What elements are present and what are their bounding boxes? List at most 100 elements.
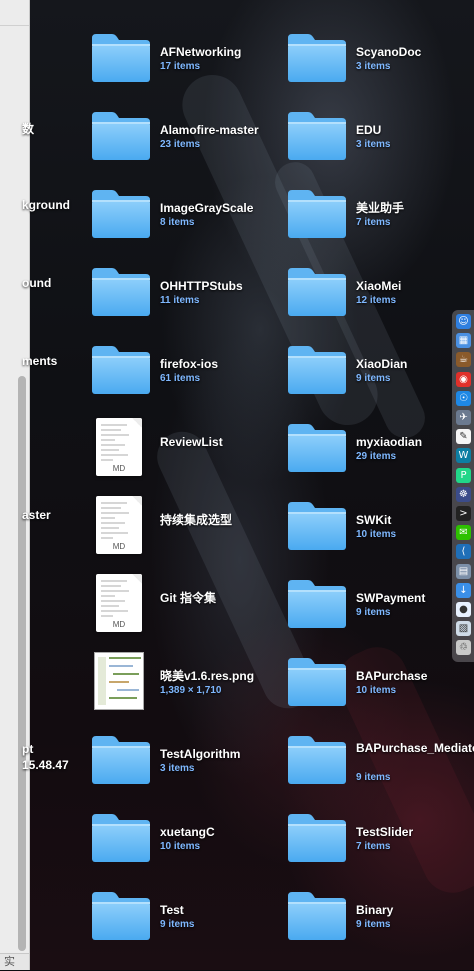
- item-meta: 7 items: [356, 217, 391, 228]
- folder-icon: [286, 578, 348, 630]
- file-type-tag: MD: [112, 620, 126, 629]
- item-meta: 8 items: [160, 217, 195, 228]
- folder-icon: [286, 344, 348, 396]
- folder-icon: [286, 422, 348, 474]
- finder-window-edge: 实: [0, 0, 30, 970]
- coffee-icon[interactable]: ☕: [456, 352, 471, 368]
- item-name: Alamofire-master: [160, 123, 259, 137]
- folder-icon: [286, 890, 348, 942]
- cut-label: 15.48.47: [22, 758, 69, 772]
- item-name: TestAlgorithm: [160, 747, 241, 761]
- finder-status-bar: 实: [0, 953, 29, 970]
- terminal-icon[interactable]: >: [456, 506, 471, 521]
- item-meta: 9 items: [356, 607, 391, 618]
- folder-icon: [90, 812, 152, 864]
- notes-icon[interactable]: ✎: [456, 429, 471, 445]
- desktop-item[interactable]: XiaoMei 12 items: [286, 266, 474, 330]
- folder-icon: [286, 32, 348, 84]
- desktop-item[interactable]: Test 9 items: [90, 890, 280, 954]
- launchpad-icon[interactable]: ✈: [456, 410, 471, 425]
- item-meta: 11 items: [160, 295, 200, 306]
- folder-icon: [90, 890, 152, 942]
- folder-icon: [90, 266, 152, 318]
- item-name: XiaoDian: [356, 357, 408, 371]
- markdown-file-icon: MD: [90, 418, 152, 476]
- item-name: ImageGrayScale: [160, 201, 254, 215]
- desktop-item[interactable]: 晓美v1.6.res.png 1,389 × 1,710: [90, 652, 280, 720]
- item-name: 晓美v1.6.res.png: [160, 669, 255, 683]
- vscode-icon[interactable]: ⟨: [456, 544, 471, 560]
- desktop-item[interactable]: TestSlider 7 items: [286, 812, 474, 876]
- desktop-item[interactable]: Alamofire-master 23 items: [90, 110, 280, 174]
- folder-icon: [90, 734, 152, 786]
- cut-label: ments: [22, 354, 58, 368]
- desktop-item[interactable]: AFNetworking 17 items: [90, 32, 280, 96]
- desktop-item[interactable]: TestAlgorithm 3 items: [90, 734, 280, 798]
- item-meta: 3 items: [160, 763, 195, 774]
- wechat-icon[interactable]: ✉: [456, 525, 471, 541]
- item-meta: 3 items: [356, 61, 391, 72]
- weibo-icon[interactable]: ◉: [456, 371, 471, 387]
- desktop-item[interactable]: EDU 3 items: [286, 110, 474, 174]
- item-meta: 29 items: [356, 451, 397, 462]
- document-page: MD: [96, 574, 142, 632]
- image-thumbnail-icon: [90, 652, 152, 710]
- webstorm-icon[interactable]: W: [456, 448, 471, 464]
- desktop-item[interactable]: Binary 9 items: [286, 890, 474, 954]
- desktop-item[interactable]: ImageGrayScale 8 items: [90, 188, 280, 252]
- item-meta: 10 items: [356, 529, 397, 540]
- item-meta: 9 items: [356, 373, 391, 384]
- desktop-item[interactable]: OHHTTPStubs 11 items: [90, 266, 280, 330]
- item-meta: 17 items: [160, 61, 201, 72]
- item-meta: 23 items: [160, 139, 201, 150]
- item-name: SWPayment: [356, 591, 426, 605]
- preview-icon[interactable]: ▧: [456, 621, 471, 637]
- item-name: SWKit: [356, 513, 392, 527]
- folder-icon: [286, 656, 348, 708]
- desktop-item[interactable]: MD Git 指令集: [90, 574, 280, 642]
- item-meta: 9 items: [160, 919, 195, 930]
- cut-label: pt: [22, 742, 34, 756]
- item-name: XiaoMei: [356, 279, 402, 293]
- desktop-item[interactable]: ScyanoDoc 3 items: [286, 32, 474, 96]
- desktop-item[interactable]: SWPayment 9 items: [286, 578, 474, 642]
- desktop-item[interactable]: 美业助手 7 items: [286, 188, 474, 252]
- downloads-icon[interactable]: ↓: [456, 582, 471, 598]
- desktop-item[interactable]: MD ReviewList: [90, 418, 280, 486]
- pycharm-icon[interactable]: P: [456, 467, 471, 483]
- qq-icon[interactable]: ●: [456, 602, 471, 617]
- item-meta: 7 items: [356, 841, 391, 852]
- photos-icon[interactable]: ▤: [456, 563, 471, 579]
- desktop-item[interactable]: BAPurchase 10 items: [286, 656, 474, 720]
- folder-icon: [286, 500, 348, 552]
- image-preview: [94, 652, 144, 710]
- folder-icon: [90, 32, 152, 84]
- item-meta: 1,389 × 1,710: [160, 685, 222, 696]
- dock: ☺ ▦ ☕ ◉ ☉ ✈ ✎ W P ☸ > ✉ ⟨ ▤ ↓ ● ▧ ♲: [452, 310, 474, 662]
- item-name: Test: [160, 903, 184, 917]
- item-name: AFNetworking: [160, 45, 242, 59]
- network-icon[interactable]: ☸: [456, 486, 471, 502]
- calendar-icon[interactable]: ▦: [456, 333, 471, 349]
- finder-icon[interactable]: ☺: [456, 314, 471, 329]
- item-name: xuetangC: [160, 825, 215, 839]
- cut-label: ound: [22, 276, 52, 290]
- item-name: OHHTTPStubs: [160, 279, 243, 293]
- folder-icon: [90, 188, 152, 240]
- desktop-item[interactable]: MD 持续集成选型: [90, 496, 280, 564]
- trash-icon[interactable]: ♲: [456, 640, 471, 656]
- safari-icon[interactable]: ☉: [456, 390, 471, 406]
- desktop-item[interactable]: XiaoDian 9 items: [286, 344, 474, 408]
- finder-scrollbar[interactable]: [18, 376, 26, 951]
- desktop-item[interactable]: xuetangC 10 items: [90, 812, 280, 876]
- desktop-item[interactable]: firefox-ios 61 items: [90, 344, 280, 408]
- desktop-item[interactable]: SWKit 10 items: [286, 500, 474, 564]
- item-meta: 10 items: [160, 841, 201, 852]
- document-page: MD: [96, 418, 142, 476]
- item-meta: 10 items: [356, 685, 397, 696]
- file-type-tag: MD: [112, 542, 126, 551]
- folder-icon: [90, 344, 152, 396]
- desktop-item[interactable]: BAPurchase_Mediator 9 items: [286, 734, 474, 798]
- folder-icon: [286, 812, 348, 864]
- desktop-item[interactable]: myxiaodian 29 items: [286, 422, 474, 486]
